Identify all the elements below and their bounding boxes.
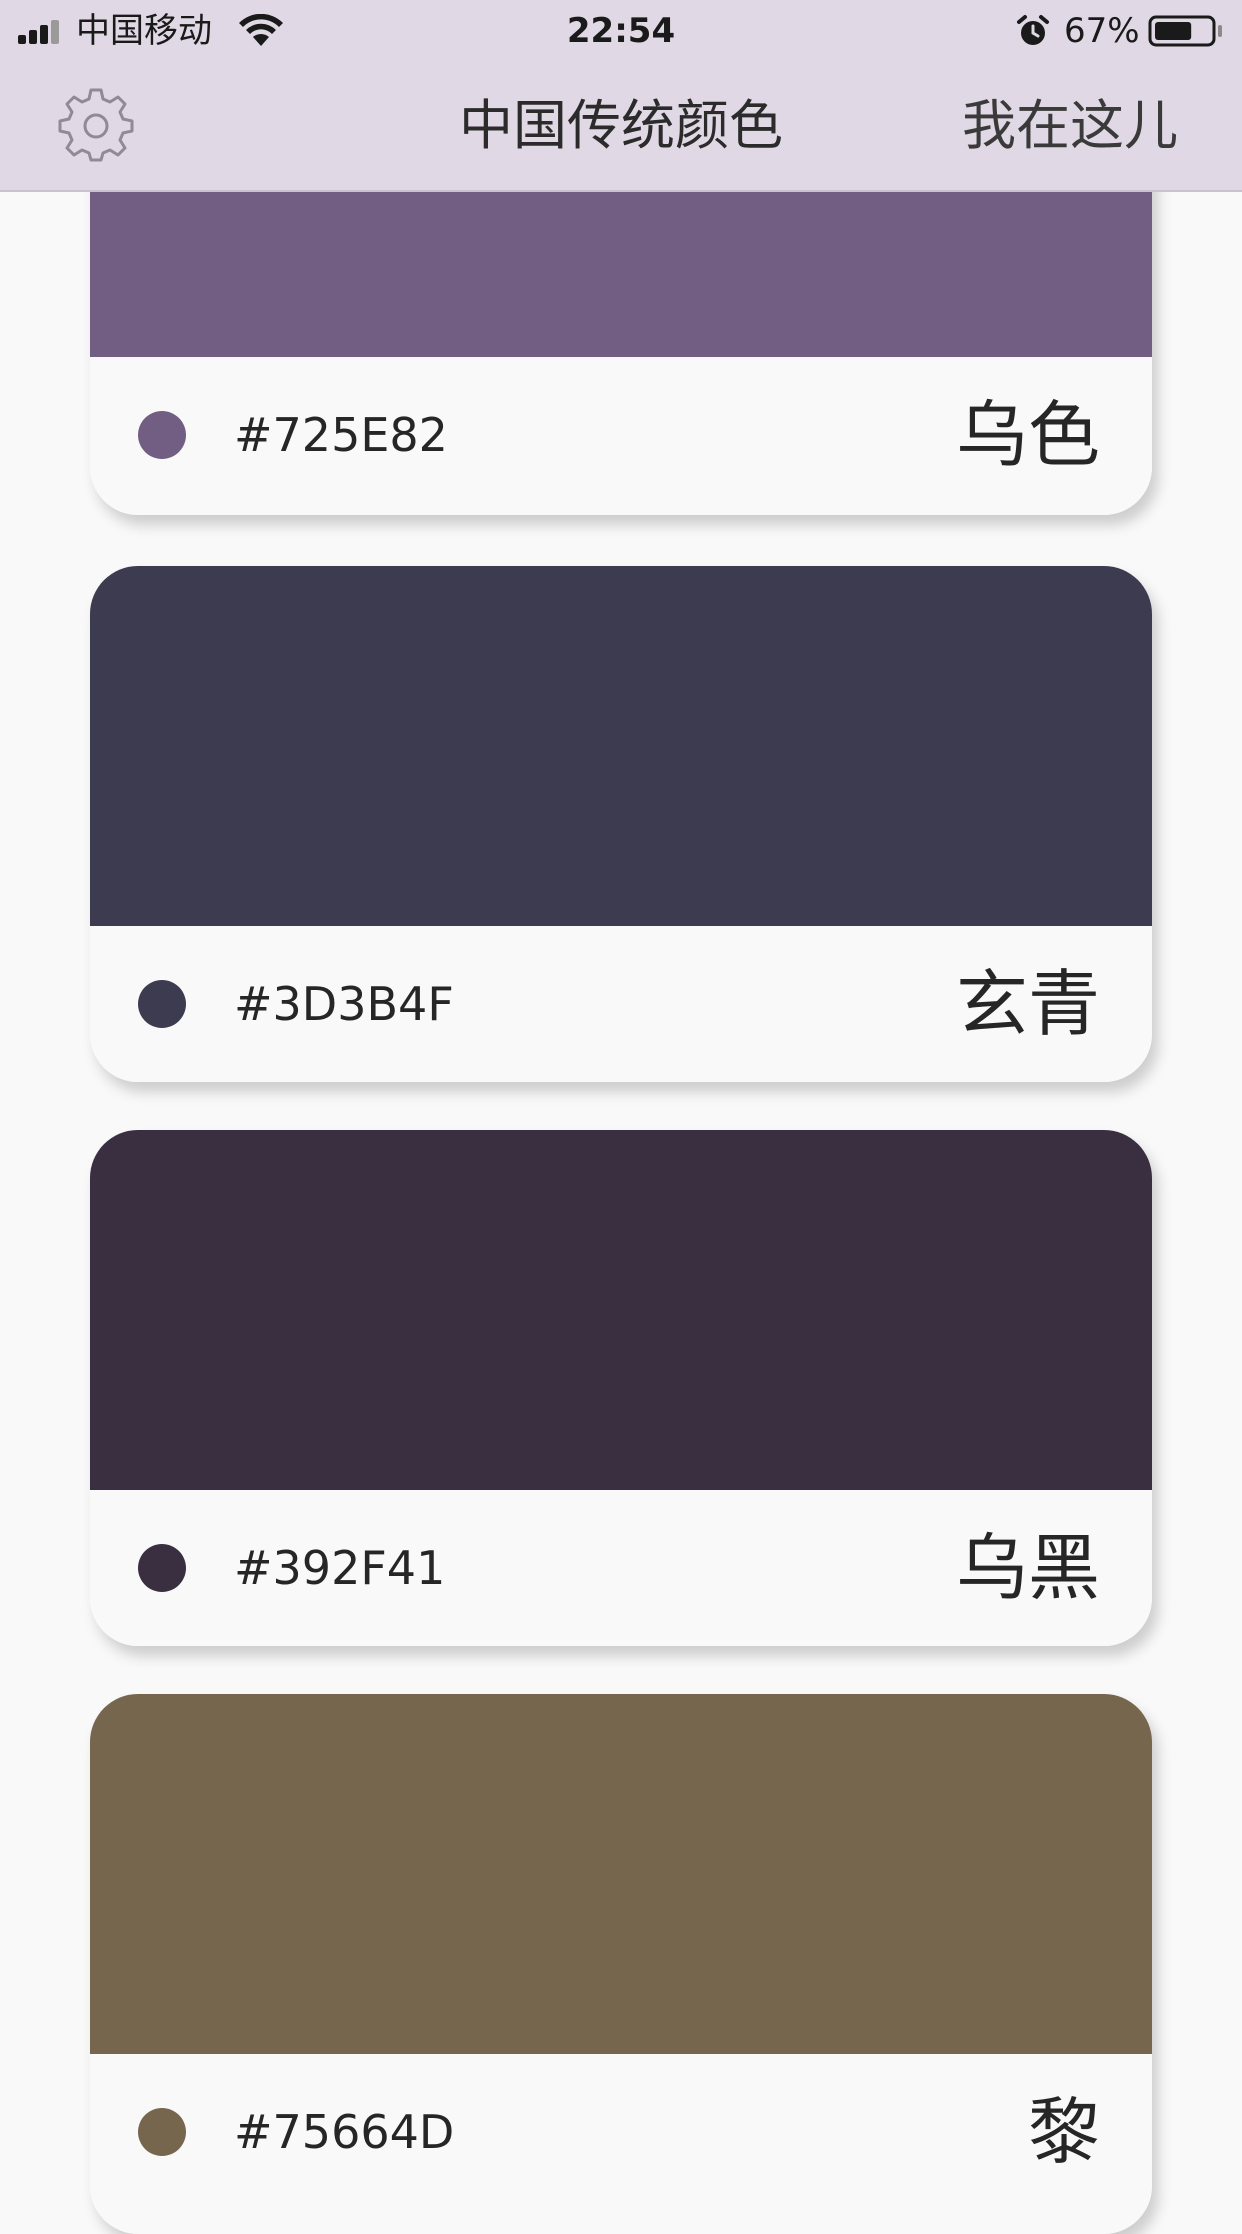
color-swatch: [90, 1694, 1152, 2054]
hex-code: #725E82: [234, 408, 448, 462]
color-info-bar: #3D3B4F 玄青: [90, 926, 1152, 1082]
color-list[interactable]: #725E82 乌色 #3D3B4F 玄青 #392F41 乌黑 #75664D…: [0, 0, 1242, 2234]
color-dot: [138, 980, 186, 1028]
hex-code: #392F41: [234, 1541, 446, 1595]
locate-me-button[interactable]: 我在这儿: [962, 62, 1178, 190]
color-dot: [138, 2108, 186, 2156]
clock-time: 22:54: [566, 11, 676, 51]
color-card[interactable]: #3D3B4F 玄青: [90, 566, 1152, 1082]
color-info-bar: #75664D 黎: [90, 2054, 1152, 2210]
alarm-icon: [1017, 15, 1049, 45]
color-name: 黎: [1027, 2090, 1100, 2174]
color-name: 玄青: [955, 962, 1100, 1046]
hex-code: #3D3B4F: [234, 977, 454, 1031]
color-name: 乌黑: [955, 1526, 1100, 1610]
color-dot: [138, 411, 186, 459]
color-swatch: [90, 566, 1152, 926]
navigation-bar: 中国传统颜色 我在这儿: [0, 62, 1242, 192]
hex-code: #75664D: [234, 2105, 455, 2159]
color-card[interactable]: #75664D 黎: [90, 1694, 1152, 2234]
battery-icon: [1148, 15, 1222, 47]
gear-icon[interactable]: [58, 88, 134, 164]
color-name: 乌色: [955, 393, 1100, 477]
color-card[interactable]: #392F41 乌黑: [90, 1130, 1152, 1646]
color-dot: [138, 1544, 186, 1592]
color-info-bar: #392F41 乌黑: [90, 1490, 1152, 1646]
battery-percent: 67%: [1064, 11, 1140, 51]
color-swatch: [90, 1130, 1152, 1490]
color-info-bar: #725E82 乌色: [90, 357, 1152, 513]
status-bar: 中国移动 22:54 67%: [0, 0, 1242, 62]
